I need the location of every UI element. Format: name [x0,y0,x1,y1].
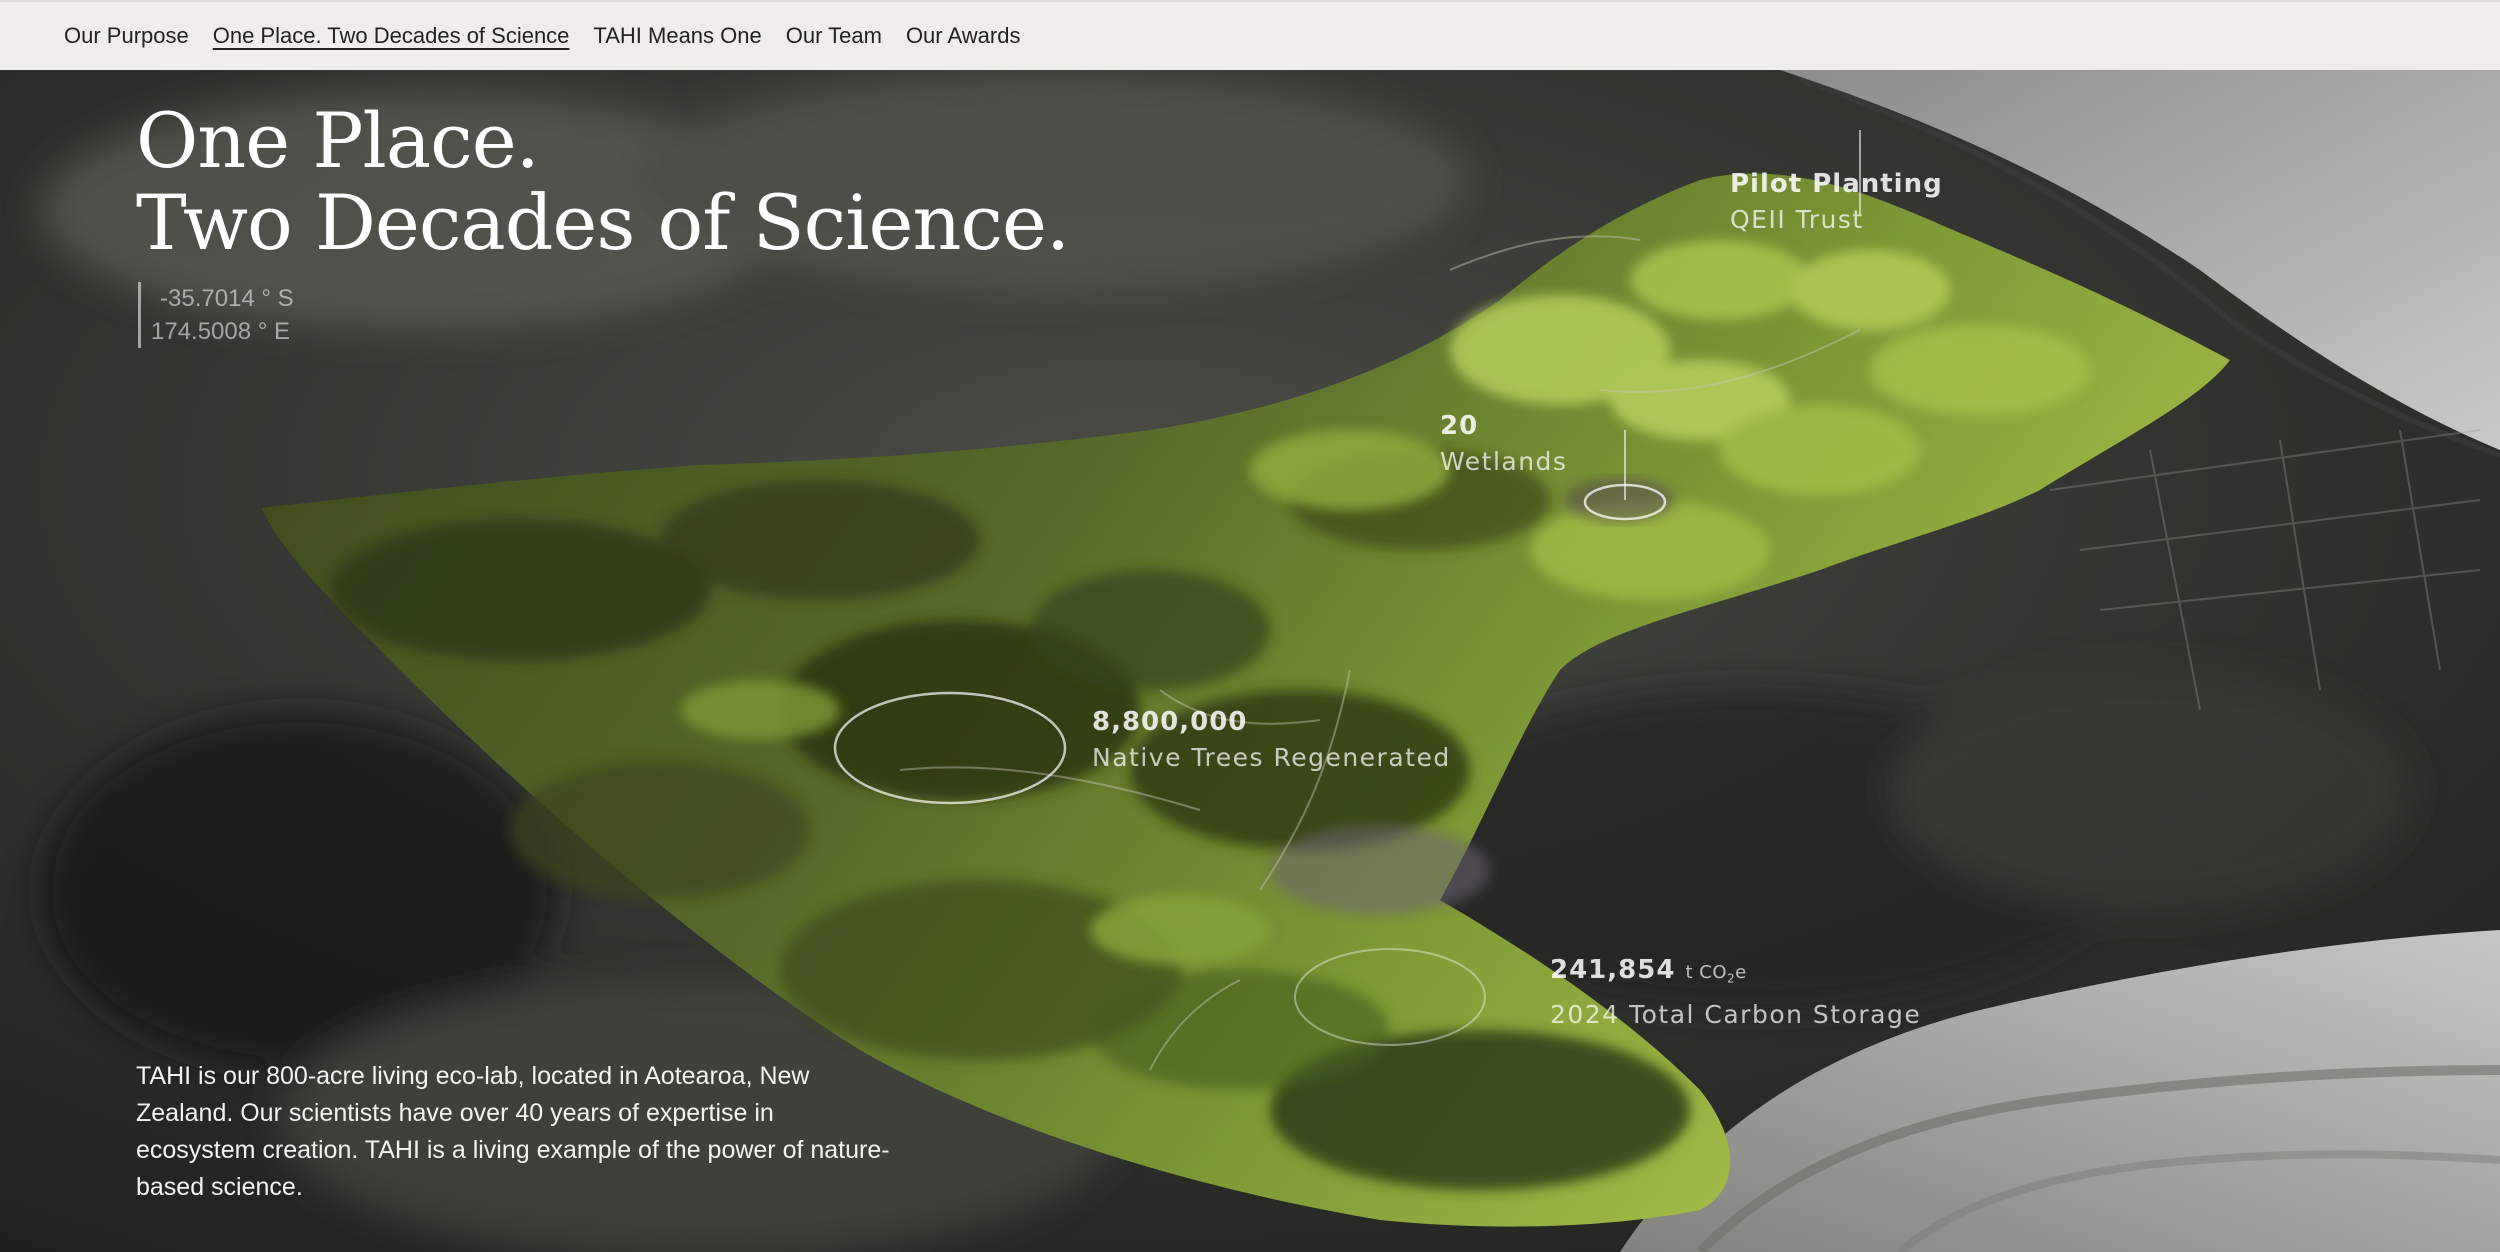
carbon-unit-suffix: e [1735,962,1747,983]
hero-section: One Place. Two Decades of Science. -35.7… [0,70,2500,1252]
nav-link-our-purpose[interactable]: Our Purpose [64,23,189,49]
nav-link-tahi-means-one[interactable]: TAHI Means One [593,23,761,49]
map-label-native-trees: 8,800,000 Native Trees Regenerated [1092,704,1451,776]
native-trees-caption: Native Trees Regenerated [1092,743,1451,772]
wetlands-number: 20 [1440,411,1479,441]
title-line-2: Two Decades of Science. [136,178,1070,267]
page-title: One Place. Two Decades of Science. [136,96,1070,267]
longitude: 174.5008 ° E [151,318,291,345]
latitude: -35.7014 ° S [160,285,294,312]
carbon-value: 241,854 [1550,955,1676,985]
pilot-planting-title: Pilot Planting [1730,169,1943,199]
intro-paragraph: TAHI is our 800-acre living eco-lab, loc… [136,1062,890,1201]
carbon-storage-caption: 2024 Total Carbon Storage [1550,999,1922,1029]
carbon-unit: t CO2e [1685,962,1747,986]
map-label-wetlands: 20 Wetlands [1440,408,1567,480]
map-label-pilot-planting: Pilot Planting QEII Trust [1730,166,1943,238]
nav-link-our-awards[interactable]: Our Awards [906,23,1021,49]
coordinates: -35.7014 ° S 174.5008 ° E [138,282,294,348]
nav-link-one-place[interactable]: One Place. Two Decades of Science [213,23,570,49]
pilot-planting-subtitle: QEII Trust [1730,205,1864,234]
carbon-unit-sub: 2 [1727,971,1736,986]
native-trees-number: 8,800,000 [1092,707,1248,737]
page: Our Purpose One Place. Two Decades of Sc… [0,0,2500,1252]
carbon-storage-number: 241,854 t CO2e [1550,952,1921,997]
nav-link-our-team[interactable]: Our Team [786,23,882,49]
carbon-unit-prefix: t CO [1685,962,1727,983]
map-label-carbon-storage: 241,854 t CO2e 2024 Total Carbon Storage [1550,952,1921,1033]
section-nav: Our Purpose One Place. Two Decades of Sc… [0,0,2500,70]
title-line-1: One Place. [136,96,540,185]
wetlands-caption: Wetlands [1440,447,1568,476]
